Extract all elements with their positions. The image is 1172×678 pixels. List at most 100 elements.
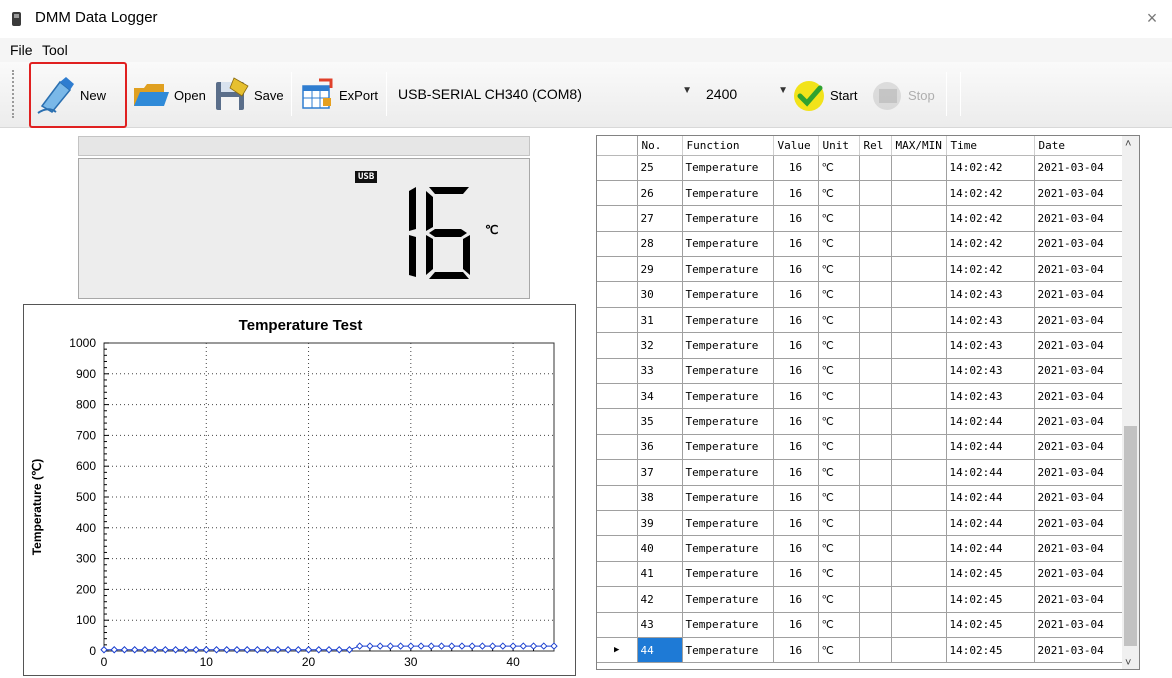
table-cell[interactable]: Temperature [682, 358, 774, 385]
table-cell[interactable]: 16 [773, 231, 819, 258]
table-cell[interactable]: 2021-03-04 [1034, 180, 1124, 207]
table-cell[interactable]: ℃ [818, 155, 860, 181]
table-cell[interactable] [859, 561, 892, 588]
table-cell[interactable]: 2021-03-04 [1034, 332, 1124, 359]
table-cell[interactable]: ℃ [818, 383, 860, 410]
table-cell[interactable]: 38 [637, 485, 683, 511]
table-cell[interactable]: 16 [773, 561, 819, 588]
table-cell[interactable]: Temperature [682, 231, 774, 258]
table-cell[interactable] [859, 535, 892, 562]
table-cell[interactable]: 30 [637, 281, 683, 308]
table-cell[interactable]: 2021-03-04 [1034, 612, 1124, 638]
table-cell[interactable]: 2021-03-04 [1034, 408, 1124, 435]
row-header[interactable] [597, 256, 638, 283]
table-cell[interactable] [891, 485, 947, 511]
table-cell[interactable] [859, 256, 892, 283]
table-cell[interactable]: 14:02:43 [946, 307, 1035, 334]
row-header[interactable] [597, 535, 638, 562]
table-cell[interactable]: 33 [637, 358, 683, 385]
table-cell[interactable]: 25 [637, 155, 683, 181]
table-cell[interactable]: ℃ [818, 408, 860, 435]
table-cell[interactable]: 2021-03-04 [1034, 307, 1124, 334]
row-header[interactable] [597, 612, 638, 638]
chevron-down-icon[interactable]: ▼ [682, 85, 692, 96]
table-cell[interactable]: 44 [637, 637, 683, 664]
table-cell[interactable] [891, 612, 947, 638]
table-cell[interactable] [891, 358, 947, 385]
table-cell[interactable] [891, 434, 947, 461]
table-cell[interactable]: 2021-03-04 [1034, 561, 1124, 588]
table-row[interactable]: 37 Temperature 16 ℃ 14:02:44 2021-03-04 [597, 459, 1124, 486]
table-cell[interactable]: Temperature [682, 485, 774, 511]
row-header[interactable] [597, 561, 638, 588]
row-header[interactable] [597, 180, 638, 207]
table-cell[interactable]: 14:02:44 [946, 485, 1035, 511]
table-cell[interactable]: Temperature [682, 459, 774, 486]
port-select[interactable]: USB-SERIAL CH340 (COM8) ▼ [394, 81, 696, 107]
table-row[interactable]: 41 Temperature 16 ℃ 14:02:45 2021-03-04 [597, 561, 1124, 588]
baud-select[interactable]: 2400 ▼ [702, 81, 792, 107]
table-cell[interactable]: Temperature [682, 205, 774, 232]
table-cell[interactable] [891, 155, 947, 181]
table-cell[interactable]: 16 [773, 459, 819, 486]
table-cell[interactable]: ℃ [818, 612, 860, 638]
table-cell[interactable] [891, 205, 947, 232]
table-cell[interactable]: 16 [773, 612, 819, 638]
col-header[interactable]: No. [637, 136, 683, 156]
scrollbar-thumb[interactable] [1124, 426, 1137, 646]
table-cell[interactable] [891, 637, 947, 664]
table-cell[interactable]: ℃ [818, 485, 860, 511]
table-cell[interactable]: 14:02:43 [946, 332, 1035, 359]
table-cell[interactable]: 2021-03-04 [1034, 459, 1124, 486]
row-header[interactable] [597, 231, 638, 258]
table-cell[interactable]: 40 [637, 535, 683, 562]
table-cell[interactable]: ℃ [818, 332, 860, 359]
menu-file[interactable]: File [10, 42, 33, 58]
table-cell[interactable]: 2021-03-04 [1034, 256, 1124, 283]
table-cell[interactable]: 14:02:42 [946, 180, 1035, 207]
table-row[interactable]: 30 Temperature 16 ℃ 14:02:43 2021-03-04 [597, 281, 1124, 308]
table-cell[interactable]: 14:02:44 [946, 535, 1035, 562]
table-cell[interactable] [859, 180, 892, 207]
export-button[interactable]: ExPort [299, 68, 378, 122]
col-header[interactable]: Time [946, 136, 1035, 156]
table-cell[interactable] [859, 612, 892, 638]
table-cell[interactable] [891, 256, 947, 283]
table-cell[interactable] [891, 586, 947, 613]
table-cell[interactable]: 29 [637, 256, 683, 283]
table-row[interactable]: 26 Temperature 16 ℃ 14:02:42 2021-03-04 [597, 180, 1124, 207]
table-cell[interactable]: Temperature [682, 612, 774, 638]
col-header[interactable]: Unit [818, 136, 860, 156]
table-cell[interactable]: ℃ [818, 637, 860, 664]
table-cell[interactable]: ℃ [818, 231, 860, 258]
row-header[interactable] [597, 281, 638, 308]
table-cell[interactable] [891, 307, 947, 334]
table-cell[interactable]: Temperature [682, 281, 774, 308]
table-cell[interactable]: 14:02:43 [946, 383, 1035, 410]
col-header[interactable]: Value [773, 136, 819, 156]
table-cell[interactable] [891, 383, 947, 410]
table-cell[interactable]: Temperature [682, 586, 774, 613]
table-cell[interactable] [859, 155, 892, 181]
table-cell[interactable] [891, 281, 947, 308]
table-cell[interactable]: 16 [773, 535, 819, 562]
table-cell[interactable] [859, 307, 892, 334]
table-cell[interactable]: Temperature [682, 256, 774, 283]
table-cell[interactable]: 14:02:42 [946, 231, 1035, 258]
stop-button[interactable]: Stop [870, 68, 935, 122]
row-header[interactable]: ▶ [597, 637, 638, 664]
row-header[interactable] [597, 155, 638, 181]
row-header[interactable] [597, 408, 638, 435]
table-cell[interactable]: 2021-03-04 [1034, 155, 1124, 181]
table-cell[interactable]: 16 [773, 180, 819, 207]
col-header[interactable]: Function [682, 136, 774, 156]
col-header[interactable]: MAX/MIN [891, 136, 947, 156]
table-cell[interactable]: 16 [773, 155, 819, 181]
table-cell[interactable]: 42 [637, 586, 683, 613]
table-cell[interactable]: Temperature [682, 180, 774, 207]
table-cell[interactable]: 34 [637, 383, 683, 410]
table-cell[interactable]: 2021-03-04 [1034, 434, 1124, 461]
table-cell[interactable] [859, 332, 892, 359]
table-cell[interactable]: ℃ [818, 256, 860, 283]
table-cell[interactable] [859, 383, 892, 410]
